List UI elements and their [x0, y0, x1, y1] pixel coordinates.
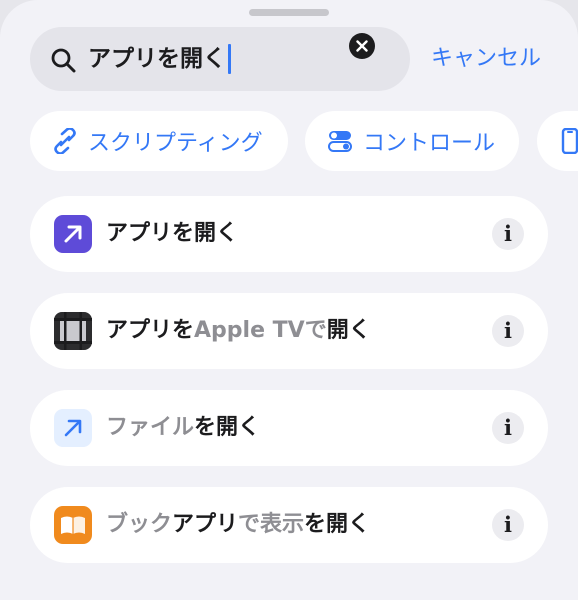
clear-search-button[interactable]: [349, 33, 375, 59]
search-input[interactable]: アプリを開く: [88, 43, 231, 75]
iphone-icon: [561, 128, 578, 154]
open-app-arrow-icon: [54, 215, 92, 253]
action-title: アプリをApple TVで開く: [106, 315, 371, 347]
action-title-text: アプリを開く: [106, 221, 239, 246]
action-title-parameter: ファイル: [106, 415, 195, 440]
action-title-text: を開く: [194, 415, 261, 440]
search-input-value: アプリを開く: [88, 46, 226, 72]
apple-tv-icon: [54, 312, 92, 350]
info-button[interactable]: i: [492, 412, 524, 444]
action-title-text: で表示: [238, 512, 305, 537]
info-button[interactable]: i: [492, 218, 524, 250]
action-search-sheet: アプリを開く キャンセル スクリプティング コントロール アプリを開く i アプ…: [0, 0, 578, 600]
open-file-arrow-icon: [54, 409, 92, 447]
info-button[interactable]: i: [492, 315, 524, 347]
toggles-icon: [328, 131, 352, 152]
action-title-text: アプリ: [172, 512, 239, 537]
action-title: アプリを開く: [106, 218, 238, 250]
category-chip-scripting[interactable]: スクリプティング: [30, 111, 288, 171]
info-button[interactable]: i: [492, 509, 524, 541]
search-icon: [51, 48, 76, 73]
clear-x-icon: [356, 40, 368, 52]
category-chip-control[interactable]: コントロール: [305, 111, 519, 171]
action-title-text: 開く: [326, 318, 371, 343]
sheet-grabber[interactable]: [249, 9, 329, 16]
action-title-text: を開く: [304, 512, 371, 537]
action-title: ファイルを開く: [106, 412, 260, 444]
action-row-open-app[interactable]: アプリを開く i: [30, 196, 548, 272]
action-title: ブックアプリで表示を開く: [106, 509, 370, 541]
text-caret: [228, 44, 231, 74]
category-chip-label: スクリプティング: [88, 131, 263, 156]
cancel-button[interactable]: キャンセル: [431, 44, 541, 74]
action-row-open-in-books[interactable]: ブックアプリで表示を開く i: [30, 487, 548, 563]
category-chip-label: コントロール: [363, 131, 496, 156]
link-icon: [54, 128, 76, 154]
action-row-open-app-on-apple-tv[interactable]: アプリをApple TVで開く i: [30, 293, 548, 369]
action-title-parameter: ブック: [106, 512, 173, 537]
action-title-text: で: [304, 318, 327, 343]
category-chip-device[interactable]: [537, 111, 578, 171]
action-row-open-file[interactable]: ファイルを開く i: [30, 390, 548, 466]
books-icon: [54, 506, 92, 544]
action-title-parameter: Apple TV: [194, 318, 305, 343]
action-title-text: アプリを: [106, 318, 195, 343]
